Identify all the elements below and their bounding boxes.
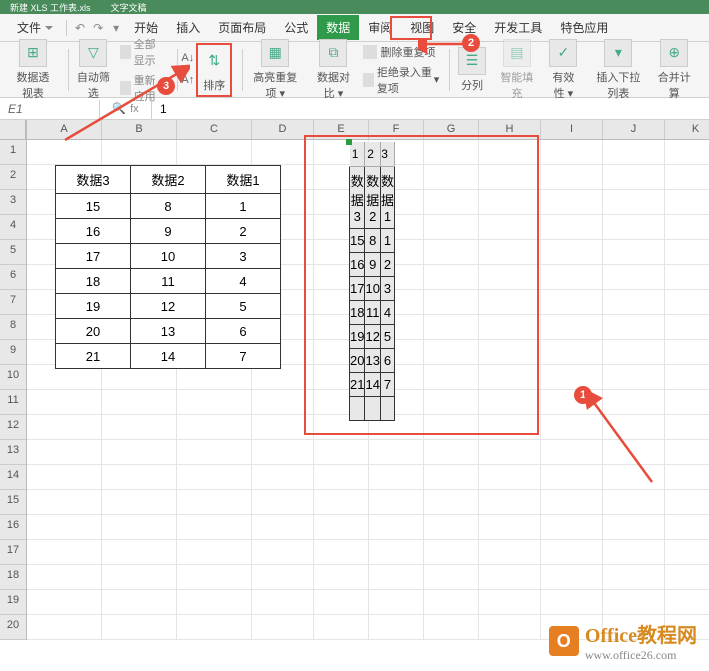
insert-dropdown-icon: ▾ — [604, 39, 632, 67]
sort-icon: ⇅ — [200, 47, 228, 75]
footer-watermark: O Office教程网 www.office26.com — [549, 619, 697, 663]
row-header[interactable]: 14 — [0, 465, 26, 490]
footer-url: www.office26.com — [585, 648, 697, 663]
menu-insert[interactable]: 插入 — [167, 15, 209, 40]
arrow-3 — [60, 60, 190, 150]
row-header[interactable]: 1 — [0, 140, 26, 165]
cell-grid[interactable]: 数据3数据2数据1 1581 1692 17103 18114 19125 20… — [27, 140, 709, 640]
row-header[interactable]: 7 — [0, 290, 26, 315]
merge-calc-icon: ⊕ — [660, 39, 688, 67]
selection-range: 123 数据3数据2数据1 1581 1692 17103 18114 1912… — [347, 140, 351, 144]
col-header[interactable]: I — [541, 120, 603, 139]
row-header[interactable]: 17 — [0, 540, 26, 565]
footer-title: Office教程网 — [585, 619, 697, 648]
highlight-dup-button[interactable]: ▦ 高亮重复项 ▾ — [247, 37, 303, 103]
sort-button[interactable]: ⇅ 排序 — [196, 43, 232, 97]
row-header[interactable]: 10 — [0, 365, 26, 390]
data-table-left: 数据3数据2数据1 1581 1692 17103 18114 19125 20… — [55, 165, 281, 369]
highlight-dup-icon: ▦ — [261, 39, 289, 67]
doc-tab-1[interactable]: 新建 XLS 工作表.xls — [10, 1, 91, 14]
col-header[interactable]: H — [479, 120, 541, 139]
spreadsheet: 1 2 3 4 5 6 7 8 9 10 11 12 13 14 15 16 1… — [0, 120, 709, 640]
row-header[interactable]: 16 — [0, 515, 26, 540]
row-header[interactable]: 2 — [0, 165, 26, 190]
row-header[interactable]: 4 — [0, 215, 26, 240]
col-header[interactable]: E — [314, 120, 369, 139]
col-header[interactable]: F — [369, 120, 424, 139]
col-header[interactable]: J — [603, 120, 665, 139]
row-header[interactable]: 3 — [0, 190, 26, 215]
row-header[interactable]: 15 — [0, 490, 26, 515]
dropdown-icon[interactable]: ▾ — [113, 21, 119, 35]
select-all-corner[interactable] — [0, 120, 26, 140]
row-header[interactable]: 13 — [0, 440, 26, 465]
row-header[interactable]: 6 — [0, 265, 26, 290]
annotation-box-2 — [390, 16, 432, 40]
validity-icon: ✓ — [549, 39, 577, 67]
arrow-1 — [542, 392, 662, 492]
reject-dup-icon — [363, 73, 373, 87]
redo-icon[interactable]: ↷ — [93, 21, 103, 35]
row-header[interactable]: 9 — [0, 340, 26, 365]
smart-fill-button[interactable]: ▤ 智能填充 — [496, 37, 538, 103]
row-header[interactable]: 18 — [0, 565, 26, 590]
pivot-button[interactable]: ⊞ 数据透视表 — [8, 37, 58, 103]
footer-logo-icon: O — [549, 626, 579, 656]
merge-calc-button[interactable]: ⊕ 合并计算 — [654, 37, 696, 103]
smart-fill-icon: ▤ — [503, 39, 531, 67]
title-tabs: 新建 XLS 工作表.xls 文字文稿 — [0, 0, 709, 14]
col-header[interactable]: K — [665, 120, 709, 139]
data-table-right: 123 数据3数据2数据1 1581 1692 17103 18114 1912… — [349, 142, 395, 421]
row-header[interactable]: 20 — [0, 615, 26, 640]
arrow-2 — [418, 40, 478, 80]
pivot-icon: ⊞ — [19, 39, 47, 67]
remove-dup-icon — [363, 45, 377, 59]
row-header[interactable]: 11 — [0, 390, 26, 415]
data-compare-button[interactable]: ⧉ 数据对比 ▾ — [309, 37, 357, 103]
showall-icon — [120, 45, 131, 59]
row-header[interactable]: 19 — [0, 590, 26, 615]
row-header[interactable]: 8 — [0, 315, 26, 340]
selection-handle[interactable] — [346, 139, 352, 145]
col-header[interactable]: D — [252, 120, 314, 139]
row-header[interactable]: 12 — [0, 415, 26, 440]
doc-tab-2[interactable]: 文字文稿 — [111, 1, 147, 14]
undo-icon[interactable]: ↶ — [75, 21, 85, 35]
col-header[interactable]: G — [424, 120, 479, 139]
insert-dropdown-button[interactable]: ▾ 插入下拉列表 — [589, 37, 647, 103]
validity-button[interactable]: ✓ 有效性 ▾ — [544, 37, 584, 103]
data-compare-icon: ⧉ — [319, 39, 347, 67]
row-header[interactable]: 5 — [0, 240, 26, 265]
